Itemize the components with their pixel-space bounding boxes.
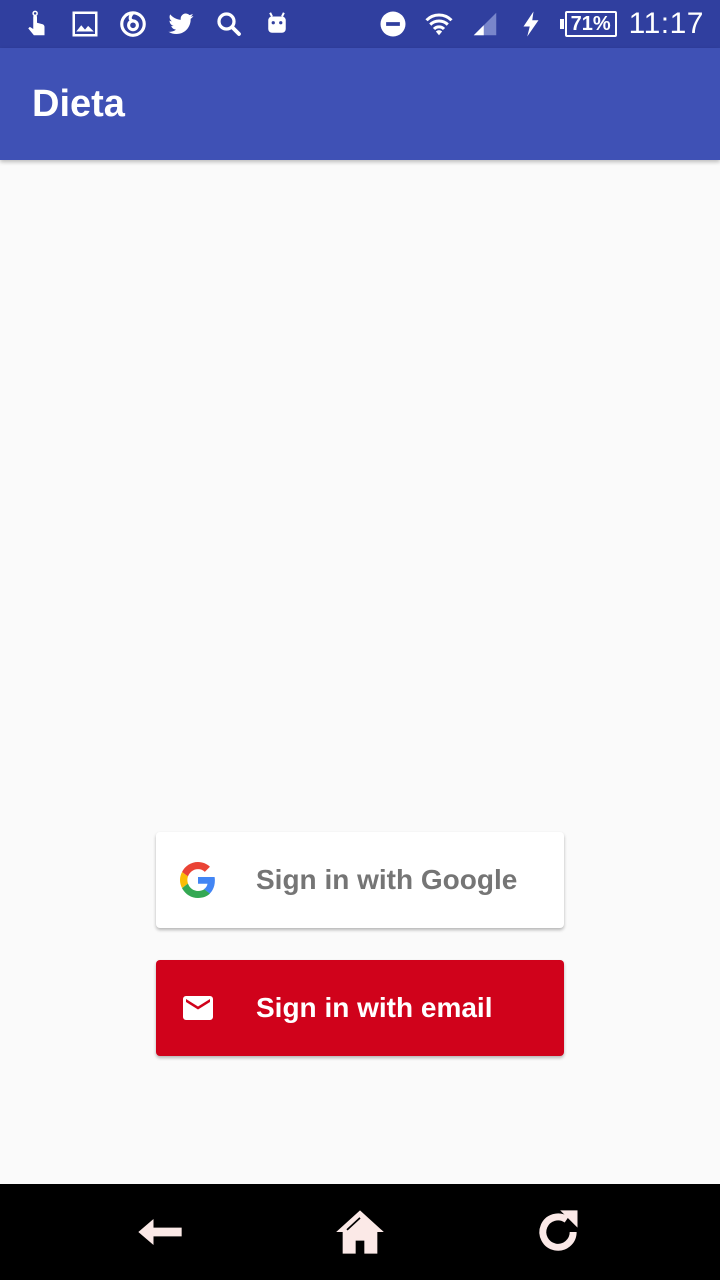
sign-in-email-button[interactable]: Sign in with email <box>156 960 564 1056</box>
system-icons: 71% 11:17 <box>376 0 704 48</box>
app-bar: Dieta <box>0 48 720 160</box>
do-not-disturb-icon <box>376 7 410 41</box>
signal-icon <box>468 7 502 41</box>
back-icon[interactable] <box>130 1202 190 1262</box>
twitter-icon <box>164 7 198 41</box>
wifi-icon <box>422 7 456 41</box>
threads-icon <box>116 7 150 41</box>
image-icon <box>68 7 102 41</box>
mail-icon <box>180 990 216 1026</box>
clock: 11:17 <box>628 7 704 40</box>
google-button-label: Sign in with Google <box>256 864 518 895</box>
navigation-bar <box>0 1184 720 1280</box>
touch-icon <box>20 7 54 41</box>
search-icon <box>212 7 246 41</box>
recent-apps-icon[interactable] <box>528 1202 588 1262</box>
battery-indicator: 71% <box>559 11 617 37</box>
notification-icons <box>20 0 294 48</box>
charging-icon <box>514 7 548 41</box>
battery-nub <box>559 19 564 29</box>
sign-in-google-button[interactable]: Sign in with Google <box>156 832 564 928</box>
battery-level: 71% <box>564 11 617 37</box>
app-title: Dieta <box>32 83 125 125</box>
google-logo-icon <box>180 862 216 898</box>
email-button-label: Sign in with email <box>256 992 493 1023</box>
status-bar: 71% 11:17 <box>0 0 720 48</box>
home-icon[interactable] <box>330 1202 390 1262</box>
android-icon <box>260 7 294 41</box>
